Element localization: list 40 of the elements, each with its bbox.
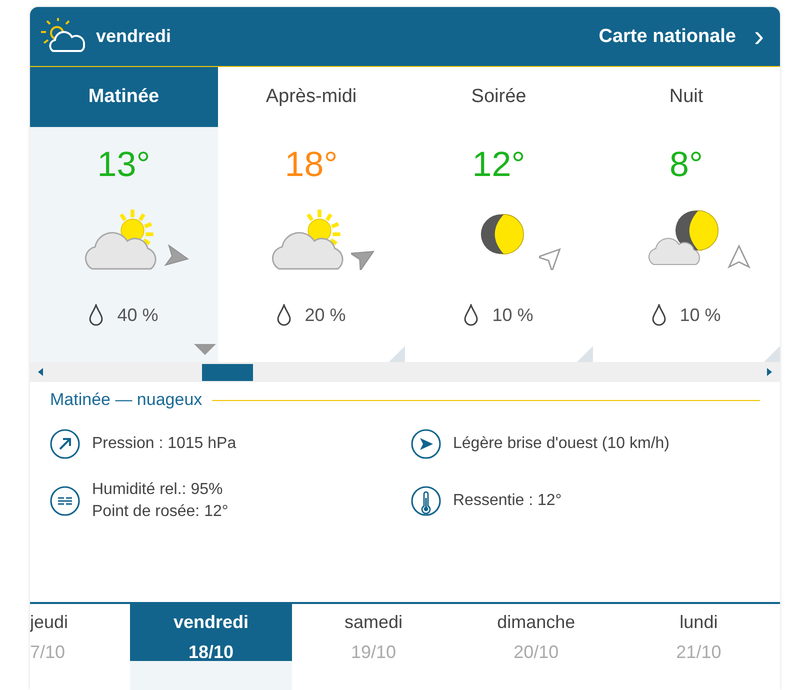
scroll-right-icon[interactable]: [767, 368, 772, 376]
raindrop-icon: [464, 304, 478, 326]
scrollbar[interactable]: [30, 362, 780, 382]
period-panel[interactable]: 18° 20 %: [218, 127, 405, 362]
period-tab[interactable]: Matinée: [30, 67, 218, 127]
period-panel[interactable]: 13° 40 %: [30, 127, 218, 362]
national-map-link[interactable]: Carte nationale ›: [598, 22, 764, 52]
detail-text: Pression : 1015 hPa: [92, 434, 236, 454]
temperature: 12°: [472, 145, 526, 185]
temperature: 13°: [97, 145, 150, 185]
corner-icon: [389, 346, 405, 362]
day-title: vendredi: [96, 26, 172, 47]
raindrop-icon: [89, 304, 104, 326]
chevron-icon: ›: [754, 22, 764, 52]
precipitation: 10 %: [492, 304, 534, 326]
detail-text: Légère brise d'ouest (10 km/h): [453, 434, 670, 454]
temperature: 18°: [284, 145, 338, 185]
temperature: 8°: [670, 145, 703, 185]
corner-icon: [576, 346, 592, 362]
detail-text: Humidité rel.: 95%: [92, 480, 224, 500]
detail-text: Point de rosée: 12°: [92, 502, 228, 522]
day-tab[interactable]: vendredi 18/10: [130, 604, 292, 690]
raindrop-icon: [276, 304, 291, 326]
day-tab[interactable]: lundi 21/10: [617, 604, 780, 690]
raindrop-icon: [652, 304, 666, 326]
period-panel[interactable]: 12° 10 %: [405, 127, 592, 362]
detail-text: Ressentie : 12°: [453, 491, 562, 511]
humidity-icon: [50, 486, 80, 516]
corner-icon: [764, 346, 780, 362]
section-title: Matinée — nuageux: [50, 390, 202, 410]
thermometer-icon: [411, 486, 441, 516]
wind-direction-icon: [411, 429, 441, 459]
precipitation: 40 %: [117, 304, 158, 326]
wind-arrow-icon: [726, 244, 752, 270]
selected-marker-icon: [194, 344, 216, 355]
precipitation: 20 %: [304, 304, 346, 326]
period-panel[interactable]: 8° 10 %: [592, 127, 780, 362]
precipitation: 10 %: [680, 304, 721, 326]
scroll-left-icon[interactable]: [38, 368, 43, 376]
scroll-thumb[interactable]: [202, 364, 253, 381]
